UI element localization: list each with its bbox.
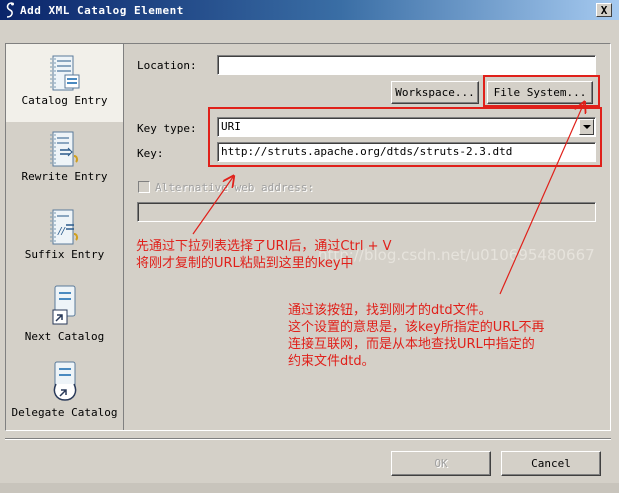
annotation-note-key: 先通过下拉列表选择了URI后，通过Ctrl + V 将刚才复制的URL粘贴到这里… — [136, 238, 392, 272]
ok-button[interactable]: OK — [391, 451, 491, 476]
cancel-button[interactable]: Cancel — [501, 451, 601, 476]
note-line: 约束文件dtd。 — [288, 354, 375, 369]
annotation-note-file-system: 通过该按钮，找到刚才的dtd文件。 这个设置的意思是，该key所指定的URL不再… — [288, 302, 545, 370]
note-line: 这个设置的意思是，该key所指定的URL不再 — [288, 320, 545, 335]
arrow-to-key-field — [192, 177, 233, 235]
arrow-to-file-system-button — [499, 103, 584, 295]
note-line: 将刚才复制的URL粘贴到这里的key中 — [136, 256, 354, 271]
ok-button-label: OK — [434, 457, 448, 470]
cancel-button-label: Cancel — [531, 457, 571, 470]
note-line: 连接互联网，而是从本地查找URL中指定的 — [288, 337, 535, 352]
note-line: 先通过下拉列表选择了URI后，通过Ctrl + V — [136, 239, 392, 254]
footer-separator — [5, 438, 611, 440]
note-line: 通过该按钮，找到刚才的dtd文件。 — [288, 303, 492, 318]
window-bottom-edge — [0, 483, 619, 493]
